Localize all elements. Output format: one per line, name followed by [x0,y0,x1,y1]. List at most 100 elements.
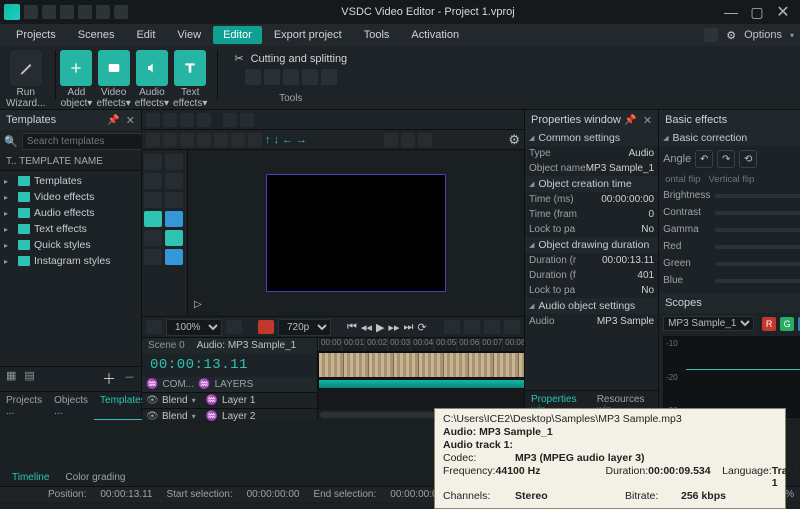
remove-template-icon[interactable]: － [124,369,135,389]
green-slider[interactable] [715,262,800,266]
scope-g-button[interactable]: G [780,317,794,331]
audio-clip[interactable] [318,379,524,389]
blue-slider[interactable] [715,279,800,283]
zoom-select[interactable]: 100% [166,319,222,336]
crop-tool-icon[interactable] [144,192,162,208]
scrollbar-thumb[interactable] [320,412,450,418]
minimize-button[interactable]: — [718,3,744,21]
panel-close-icon[interactable]: ✕ [126,114,135,127]
marker-tool-icon[interactable] [144,211,162,227]
link-icon[interactable] [484,320,500,334]
tool-icon-1[interactable] [245,69,261,85]
tpl-tool-icon[interactable]: ▦ [6,369,16,389]
pin-icon[interactable]: 📌 [624,115,636,126]
preview-canvas[interactable] [266,174,446,292]
arrow-left-icon[interactable]: ← [282,134,293,146]
tool-icon-4[interactable] [302,69,318,85]
align-middle-icon[interactable] [248,133,262,147]
chevron-down-icon[interactable]: ▾ [192,412,202,421]
play-icon[interactable]: ▶ [376,321,384,334]
qat-more-icon[interactable] [114,5,128,19]
snap-icon[interactable] [163,133,177,147]
cut-icon[interactable] [146,113,160,127]
red-slider[interactable] [715,245,800,249]
qat-new-icon[interactable] [24,5,38,19]
tree-item-text-effects[interactable]: ▸Text effects [0,221,141,237]
hflip-label[interactable]: ontal flip [665,174,700,185]
reset-angle-button[interactable]: ⟲ [739,150,757,168]
tree-item-templates[interactable]: ▸Templates [0,173,141,189]
split-icon[interactable] [464,320,480,334]
add-template-icon[interactable]: ＋ [102,369,116,389]
add-object-button[interactable] [60,50,92,86]
prop-value[interactable]: MP3 Sample [597,316,654,327]
redo-icon[interactable] [240,113,254,127]
prop-value[interactable]: 0 [649,209,655,220]
section-creation[interactable]: Object creation time [525,176,658,192]
tree-item-video-effects[interactable]: ▸Video effects [0,189,141,205]
zoom-in-icon[interactable] [226,320,242,334]
record-icon[interactable] [258,320,274,334]
menu-editor[interactable]: Editor [213,26,262,44]
shape-tool-icon[interactable] [165,173,183,189]
settings-icon[interactable] [504,320,520,334]
qat-save-icon[interactable] [60,5,74,19]
undo-icon[interactable] [223,113,237,127]
video-clip[interactable] [318,352,524,378]
scope-source-select[interactable]: MP3 Sample_1 [663,316,754,331]
order-icon[interactable] [418,133,432,147]
tab-color-grading[interactable]: Color grading [57,470,133,485]
go-end-icon[interactable]: ⏭ [403,321,413,334]
chevron-down-icon[interactable]: ▾ [192,396,202,405]
tree-item-instagram-styles[interactable]: ▸Instagram styles [0,253,141,269]
menu-projects[interactable]: Projects [6,26,66,44]
canvas-play-icon[interactable]: ▷ [194,299,202,310]
tree-item-audio-effects[interactable]: ▸Audio effects [0,205,141,221]
video-effects-button[interactable] [98,50,130,86]
cutting-splitting-label[interactable]: Cutting and splitting [251,53,348,65]
text-effects-button[interactable] [174,50,206,86]
visibility-icon[interactable]: 👁 [146,411,158,422]
tool-icon-2[interactable] [264,69,280,85]
menu-export[interactable]: Export project [264,26,352,44]
gamma-slider[interactable] [715,228,800,232]
menu-tools[interactable]: Tools [354,26,400,44]
prev-frame-icon[interactable]: ◂◂ [361,321,372,334]
section-drawing[interactable]: Object drawing duration [525,237,658,253]
text-tool-icon[interactable] [165,154,183,170]
rotate-cw-button[interactable]: ↷ [717,150,735,168]
copy-icon[interactable] [163,113,177,127]
prop-value[interactable]: No [641,285,654,296]
zoom-tool-icon[interactable] [144,249,162,265]
tpl-tool-icon[interactable]: ▤ [24,369,34,389]
layer-row-2[interactable]: 👁 Blend ▾ ♒ Layer 2 [142,408,317,424]
pen-tool-icon[interactable] [165,192,183,208]
rotate-ccw-button[interactable]: ↶ [695,150,713,168]
align-right-icon[interactable] [214,133,228,147]
run-wizard-button[interactable] [10,50,42,86]
blend-mode[interactable]: Blend [162,411,188,422]
section-audio[interactable]: Audio object settings [525,298,658,314]
prop-value[interactable]: 401 [637,270,654,281]
next-frame-icon[interactable]: ▸▸ [388,321,399,334]
arrow-right-icon[interactable]: → [296,134,307,146]
audio-effects-button[interactable] [136,50,168,86]
tab-objects[interactable]: Objects ... [48,392,94,420]
prop-value[interactable]: 00:00:13.11 [602,255,654,266]
tab-projects[interactable]: Projects ... [0,392,48,420]
section-basic-correction[interactable]: Basic correction [659,130,800,146]
scope-r-button[interactable]: R [762,317,776,331]
layer-row-1[interactable]: 👁 Blend ▾ ♒ Layer 1 [142,392,317,408]
color-tool-icon[interactable] [165,211,183,227]
mask-tool-icon[interactable] [165,249,183,265]
qat-redo-icon[interactable] [96,5,110,19]
pointer-tool-icon[interactable] [144,173,162,189]
tree-item-quick-styles[interactable]: ▸Quick styles [0,237,141,253]
group-icon[interactable] [384,133,398,147]
loop-icon[interactable]: ⟳ [417,321,426,334]
prop-value[interactable]: 00:00:00:00 [601,194,654,205]
layers-icon[interactable] [401,133,415,147]
visibility-icon[interactable]: 👁 [146,395,158,406]
timeline-ruler[interactable]: 00:00 00:01 00:02 00:03 00:04 00:05 00:0… [318,338,524,352]
eyedrop-tool-icon[interactable] [144,230,162,246]
